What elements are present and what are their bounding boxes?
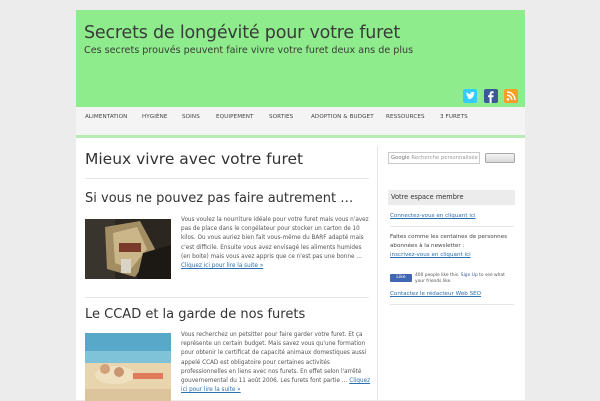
rss-icon[interactable] [504,89,518,103]
nav-item-equipement[interactable]: EQUIPEMENT [216,107,254,135]
facebook-like-text: 400 people like this. Sign Up to see wha… [415,273,515,284]
post-excerpt-2: Vous recherchez un petsitter pour faire … [181,331,371,395]
site-tagline: Ces secrets prouvés peuvent faire vivre … [84,45,414,56]
nav-item-ressources[interactable]: RESSOURCES [386,107,425,135]
widget-title-member: Votre espace membre [388,190,515,205]
main-content: Mieux vivre avec votre furet Si vous ne … [76,146,378,401]
post-excerpt-text-1: Vous voulez la nourriture idéale pour vo… [181,217,369,260]
facebook-icon[interactable] [484,89,498,103]
sidebar-divider [390,226,514,227]
facebook-like-button[interactable]: Like [390,274,412,282]
like-count-text: 400 people like this. [415,273,461,278]
search-input[interactable]: Google Recherche personnalisée [388,152,480,164]
post-title-1[interactable]: Si vous ne pouvez pas faire autrement … [85,191,353,206]
like-signup-link[interactable]: Sign Up [461,273,478,278]
post-thumbnail-1[interactable] [85,219,171,279]
login-link[interactable]: Connectez-vous en cliquant ici [390,213,476,219]
newsletter-text: Faites comme les centaines de personnes … [390,233,514,260]
nav-item-adoption-budget[interactable]: ADOPTION & BUDGET [311,107,374,135]
search-button[interactable] [485,153,515,163]
post-divider [85,297,369,298]
newsletter-link[interactable]: inscrivez-vous en cliquant ici [390,252,471,258]
post-thumbnail-2[interactable] [85,333,171,401]
post-excerpt-1: Vous voulez la nourriture idéale pour vo… [181,216,371,271]
post-title-2[interactable]: Le CCAD et la garde de nos furets [85,307,305,322]
twitter-icon[interactable] [463,89,477,103]
sidebar: Google Recherche personnalisée Votre esp… [383,146,518,400]
site-title[interactable]: Secrets de longévité pour votre furet [84,23,400,43]
title-divider [85,178,369,179]
search-placeholder: Recherche personnalisée [411,155,478,161]
newsletter-label: Faites comme les centaines de personnes … [390,234,508,249]
nav-item-alimentation[interactable]: ALIMENTATION [85,107,127,135]
main-navigation: ALIMENTATION HYGIÈNE SOINS EQUIPEMENT SO… [76,107,525,138]
nav-item-3-furets[interactable]: 3 FURETS [440,107,468,135]
contact-link[interactable]: Contactez le rédacteur Web SEO [390,291,481,297]
google-label: Google [391,155,410,161]
nav-item-soins[interactable]: SOINS [182,107,200,135]
read-more-link-1[interactable]: Cliquez ici pour lire la suite » [181,263,263,269]
nav-item-sorties[interactable]: SORTIES [269,107,293,135]
sidebar-divider-2 [390,304,514,305]
page-wrapper: Secrets de longévité pour votre furet Ce… [76,10,525,401]
post-excerpt-text-2: Vous recherchez un petsitter pour faire … [181,332,367,385]
page-title: Mieux vivre avec votre furet [85,150,304,168]
nav-item-hygiene[interactable]: HYGIÈNE [142,107,168,135]
site-header: Secrets de longévité pour votre furet Ce… [76,10,525,107]
